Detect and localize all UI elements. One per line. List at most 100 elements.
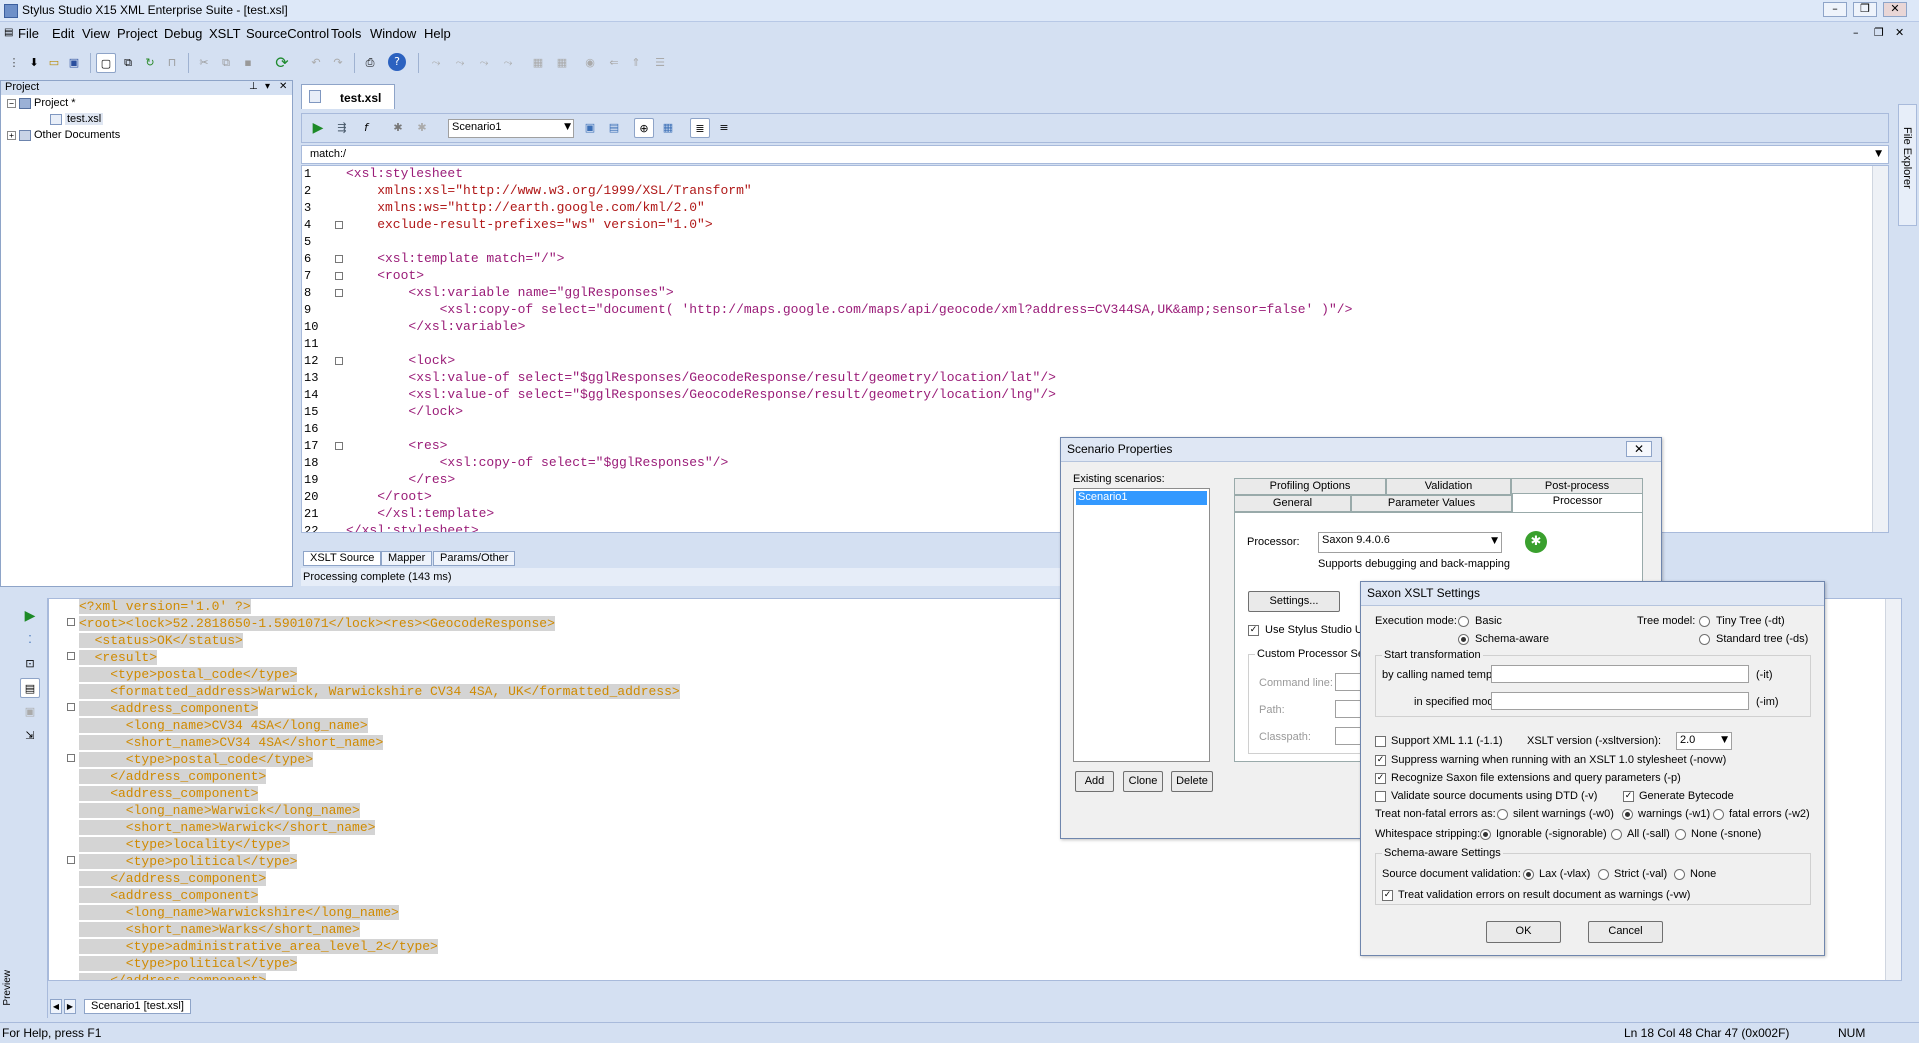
menu-xslt[interactable]: XSLT xyxy=(209,26,241,41)
fold-icon[interactable] xyxy=(335,442,343,450)
new-file-icon[interactable]: ⬇ xyxy=(24,53,44,73)
editor-scrollbar[interactable] xyxy=(1872,166,1888,532)
tab-profiling-options[interactable]: Profiling Options xyxy=(1234,478,1386,495)
chevron-down-icon[interactable]: ▼ xyxy=(1875,149,1882,159)
support-xml11-checkbox[interactable] xyxy=(1375,736,1386,747)
ignorable-radio[interactable] xyxy=(1480,829,1491,840)
restore-button[interactable]: ❐ xyxy=(1853,2,1877,17)
tree-item-other[interactable]: + Other Documents xyxy=(7,129,120,141)
none-radio[interactable] xyxy=(1674,869,1685,880)
collapse-icon[interactable]: − xyxy=(7,98,16,108)
breakpoint-icon[interactable]: ✱ xyxy=(388,118,408,138)
fold-icon[interactable] xyxy=(335,272,343,280)
basic-radio[interactable] xyxy=(1458,616,1469,627)
function-icon[interactable]: f xyxy=(356,118,376,138)
tab-params-other[interactable]: Params/Other xyxy=(433,551,516,566)
help-icon[interactable]: ? xyxy=(388,53,406,71)
cut-icon[interactable]: ✂ xyxy=(194,53,214,73)
refresh-icon[interactable]: ↻ xyxy=(140,53,160,73)
menu-help[interactable]: Help xyxy=(424,26,451,41)
fold-icon[interactable] xyxy=(67,754,75,762)
fold-icon[interactable] xyxy=(67,652,75,660)
tab-mapper[interactable]: Mapper xyxy=(381,551,433,566)
delete-icon[interactable]: ▪ xyxy=(238,53,258,73)
stop-icon[interactable]: ✱ xyxy=(412,118,432,138)
scroll-left-icon[interactable]: ◀ xyxy=(50,999,62,1014)
fold-icon[interactable] xyxy=(67,703,75,711)
expand-icon[interactable]: + xyxy=(7,130,16,140)
output-window-icon[interactable]: ▤ xyxy=(604,118,624,138)
outdent-icon[interactable]: ▦ xyxy=(552,53,572,73)
scenario-list[interactable]: Scenario1 xyxy=(1073,488,1210,762)
back-icon[interactable]: ⇐ xyxy=(604,53,624,73)
clear-bookmarks-icon[interactable]: ⤳ xyxy=(498,53,518,73)
fold-icon[interactable] xyxy=(335,221,343,229)
warnings-radio[interactable] xyxy=(1622,809,1633,820)
validate-dtd-checkbox[interactable] xyxy=(1375,791,1386,802)
preview-icon[interactable]: ▣ xyxy=(580,118,600,138)
menu-window[interactable]: Window xyxy=(370,26,416,41)
tab-test-xsl[interactable]: test.xsl xyxy=(301,84,395,109)
paste-icon[interactable]: ⧉ xyxy=(216,53,236,73)
use-stylus-checkbox[interactable]: ✓ xyxy=(1248,625,1259,636)
text-view-icon[interactable]: ▤ xyxy=(20,678,40,698)
specified-mode-input[interactable] xyxy=(1491,692,1749,710)
delete-button[interactable]: Delete xyxy=(1171,771,1213,792)
clone-button[interactable]: Clone xyxy=(1123,771,1163,792)
scenario-select[interactable]: Scenario1 ▼ xyxy=(448,119,574,138)
fold-icon[interactable] xyxy=(67,856,75,864)
redo-icon[interactable]: ↷ xyxy=(328,53,348,73)
close-icon[interactable]: ✕ xyxy=(1626,441,1652,457)
pin-icon[interactable]: ⊥ xyxy=(249,81,258,92)
add-button[interactable]: Add xyxy=(1075,771,1114,792)
menu-sourcecontrol[interactable]: SourceControl xyxy=(246,26,329,41)
zoom-icon[interactable]: ⊕ xyxy=(634,118,654,138)
lax-radio[interactable] xyxy=(1523,869,1534,880)
list-icon[interactable]: ☰ xyxy=(650,53,670,73)
match-bar[interactable]: match:/ ▼ xyxy=(301,145,1889,164)
strict-radio[interactable] xyxy=(1598,869,1609,880)
up-icon[interactable]: ⇑ xyxy=(626,53,646,73)
menu-project[interactable]: Project xyxy=(117,26,157,41)
fatal-errors-radio[interactable] xyxy=(1713,809,1724,820)
ok-button[interactable]: OK xyxy=(1486,921,1561,943)
menu-file[interactable]: File xyxy=(18,26,39,41)
output-scrollbar[interactable] xyxy=(1885,599,1901,980)
debug-step-icon[interactable]: ⇶ xyxy=(332,118,352,138)
close-panel-icon[interactable]: ✕ xyxy=(279,81,287,92)
all-radio[interactable] xyxy=(1611,829,1622,840)
silent-warnings-radio[interactable] xyxy=(1497,809,1508,820)
recognize-extensions-checkbox[interactable]: ✓ xyxy=(1375,773,1386,784)
open-file-icon[interactable]: ▭ xyxy=(44,53,64,73)
scroll-right-icon[interactable]: ▶ xyxy=(64,999,76,1014)
named-template-input[interactable] xyxy=(1491,665,1749,683)
bookmark-icon[interactable]: ⤳ xyxy=(426,53,446,73)
undo-icon[interactable]: ↶ xyxy=(306,53,326,73)
tab-validation[interactable]: Validation xyxy=(1386,478,1511,495)
xslt-version-select[interactable]: 2.0 ▼ xyxy=(1676,732,1732,750)
fold-icon[interactable] xyxy=(67,618,75,626)
generate-bytecode-checkbox[interactable]: ✓ xyxy=(1623,791,1634,802)
browser-icon[interactable]: ⊡ xyxy=(20,654,40,674)
print-icon[interactable]: ⎙ xyxy=(360,53,380,73)
mdi-minimize-icon[interactable]: – xyxy=(1853,26,1859,39)
suppress-warning-checkbox[interactable]: ✓ xyxy=(1375,755,1386,766)
sync-icon[interactable]: ⟳ xyxy=(272,53,292,73)
next-bookmark-icon[interactable]: ⤳ xyxy=(450,53,470,73)
treat-validation-checkbox[interactable]: ✓ xyxy=(1382,890,1393,901)
cancel-button[interactable]: Cancel xyxy=(1588,921,1663,943)
fold-icon[interactable] xyxy=(335,289,343,297)
comment-icon[interactable]: ◉ xyxy=(580,53,600,73)
tab-xslt-source[interactable]: XSLT Source xyxy=(303,551,382,566)
tree-view-icon[interactable]: ▦ xyxy=(658,118,678,138)
dropdown-icon[interactable]: ▾ xyxy=(265,81,270,92)
run-preview-icon[interactable]: ▶ xyxy=(20,606,40,626)
copy-icon[interactable]: ⧉ xyxy=(118,53,138,73)
menu-view[interactable]: View xyxy=(82,26,110,41)
text-view-icon[interactable]: ≣ xyxy=(690,118,710,138)
tab-scenario1[interactable]: Scenario1 [test.xsl] xyxy=(84,999,191,1014)
tab-processor[interactable]: Processor xyxy=(1512,493,1643,513)
export-icon[interactable]: ⇲ xyxy=(20,726,40,746)
standard-tree-radio[interactable] xyxy=(1699,634,1710,645)
tree-icon[interactable]: ⁚ xyxy=(20,630,40,650)
